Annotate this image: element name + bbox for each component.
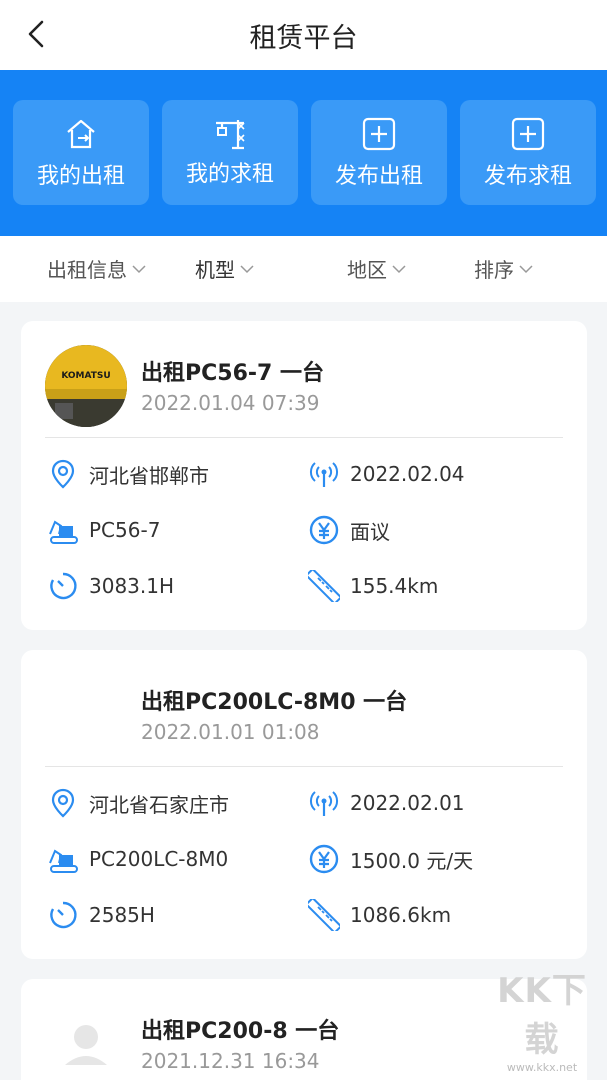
plus-box-icon: [362, 117, 396, 151]
location-text: 河北省石家庄市: [89, 792, 229, 817]
filter-sort[interactable]: 排序: [474, 254, 534, 283]
yuan-icon: [309, 844, 339, 874]
date-text: 2022.02.01: [350, 791, 465, 815]
location-pin-icon: [51, 788, 75, 818]
action-label: 我的出租: [36, 164, 125, 189]
location-text: 河北省邯郸市: [89, 463, 209, 488]
filter-label: 地区: [347, 258, 387, 282]
publish-request-button[interactable]: 发布求租: [460, 100, 596, 205]
watermark-logo: KK下载: [497, 971, 587, 1060]
action-bar: 我的出租 我的求租 发布出租 发布求租: [0, 70, 607, 236]
crane-icon: [216, 120, 245, 150]
filter-label: 排序: [474, 258, 514, 282]
ruler-icon: [308, 899, 340, 931]
info-price: 面议: [308, 514, 390, 546]
action-label: 发布出租: [334, 164, 423, 189]
chevron-down-icon: [132, 264, 146, 273]
chevron-down-icon: [240, 264, 254, 273]
house-export-icon: [67, 119, 95, 149]
price-text: 面议: [350, 519, 390, 544]
action-label: 我的求租: [185, 162, 274, 187]
info-distance: 1086.6km: [308, 899, 451, 931]
model-text: PC56-7: [89, 518, 161, 542]
info-distance: 155.4km: [308, 570, 438, 602]
info-date: 2022.02.01: [308, 787, 465, 819]
ruler-icon: [308, 570, 340, 602]
brand-logo-text: KOMATSU: [61, 371, 110, 381]
signal-icon: [309, 462, 339, 487]
info-hours: 3083.1H: [47, 570, 174, 602]
listing-time: 2022.01.01 01:08: [141, 720, 320, 744]
info-model: PC56-7: [47, 514, 160, 546]
listing-card[interactable]: 出租PC200LC-8M0 一台 2022.01.01 01:08 河北省石家庄…: [21, 650, 587, 959]
excavator-icon: [49, 520, 78, 544]
info-hours: 2585H: [47, 899, 155, 931]
avatar: [45, 674, 127, 756]
listing-time: 2022.01.04 07:39: [141, 391, 320, 415]
listing-title: 出租PC200-8 一台: [141, 1019, 340, 1044]
info-price: 1500.0 元/天: [308, 843, 473, 875]
date-text: 2022.02.04: [350, 462, 465, 486]
distance-text: 1086.6km: [350, 903, 452, 927]
filter-rental-info[interactable]: 出租信息: [47, 254, 147, 283]
listing-time: 2021.12.31 16:34: [141, 1049, 320, 1073]
app-header: 租赁平台: [0, 0, 607, 70]
plus-box-icon: [511, 117, 545, 151]
timer-icon: [50, 572, 77, 600]
divider: [45, 766, 563, 767]
model-text: PC200LC-8M0: [89, 847, 229, 871]
my-rentals-button[interactable]: 我的出租: [13, 100, 149, 205]
page-title: 租赁平台: [249, 23, 358, 54]
avatar: [45, 1003, 127, 1080]
listing-title: 出租PC56-7 一台: [141, 361, 324, 386]
filter-label: 出租信息: [47, 258, 127, 282]
publish-rental-button[interactable]: 发布出租: [311, 100, 447, 205]
watermark: KK下载 www.kkx.net: [483, 963, 601, 1074]
excavator-icon: [49, 849, 78, 873]
default-avatar-icon: [65, 1025, 107, 1065]
hours-text: 3083.1H: [89, 574, 175, 598]
avatar: KOMATSU: [45, 345, 127, 427]
filter-label: 机型: [195, 258, 235, 282]
signal-icon: [309, 791, 339, 816]
info-date: 2022.02.04: [308, 458, 465, 490]
hours-text: 2585H: [89, 903, 155, 927]
timer-icon: [50, 901, 77, 929]
info-location: 河北省邯郸市: [47, 458, 209, 490]
chevron-down-icon: [392, 264, 406, 273]
divider: [45, 437, 563, 438]
filter-model[interactable]: 机型: [195, 254, 255, 283]
distance-text: 155.4km: [350, 574, 439, 598]
action-label: 发布求租: [483, 164, 572, 189]
info-location: 河北省石家庄市: [47, 787, 229, 819]
price-text: 1500.0 元/天: [350, 848, 474, 873]
chevron-down-icon: [519, 264, 533, 273]
location-pin-icon: [51, 459, 75, 489]
filter-region[interactable]: 地区: [347, 254, 407, 283]
listing-card[interactable]: KOMATSU 出租PC56-7 一台 2022.01.04 07:39 河北省…: [21, 321, 587, 630]
info-model: PC200LC-8M0: [47, 843, 228, 875]
listing-title: 出租PC200LC-8M0 一台: [141, 690, 408, 715]
yuan-icon: [309, 515, 339, 545]
watermark-url: www.kkx.net: [506, 1061, 578, 1074]
filter-bar: 出租信息 机型 地区 排序: [0, 236, 607, 302]
my-requests-button[interactable]: 我的求租: [162, 100, 298, 205]
